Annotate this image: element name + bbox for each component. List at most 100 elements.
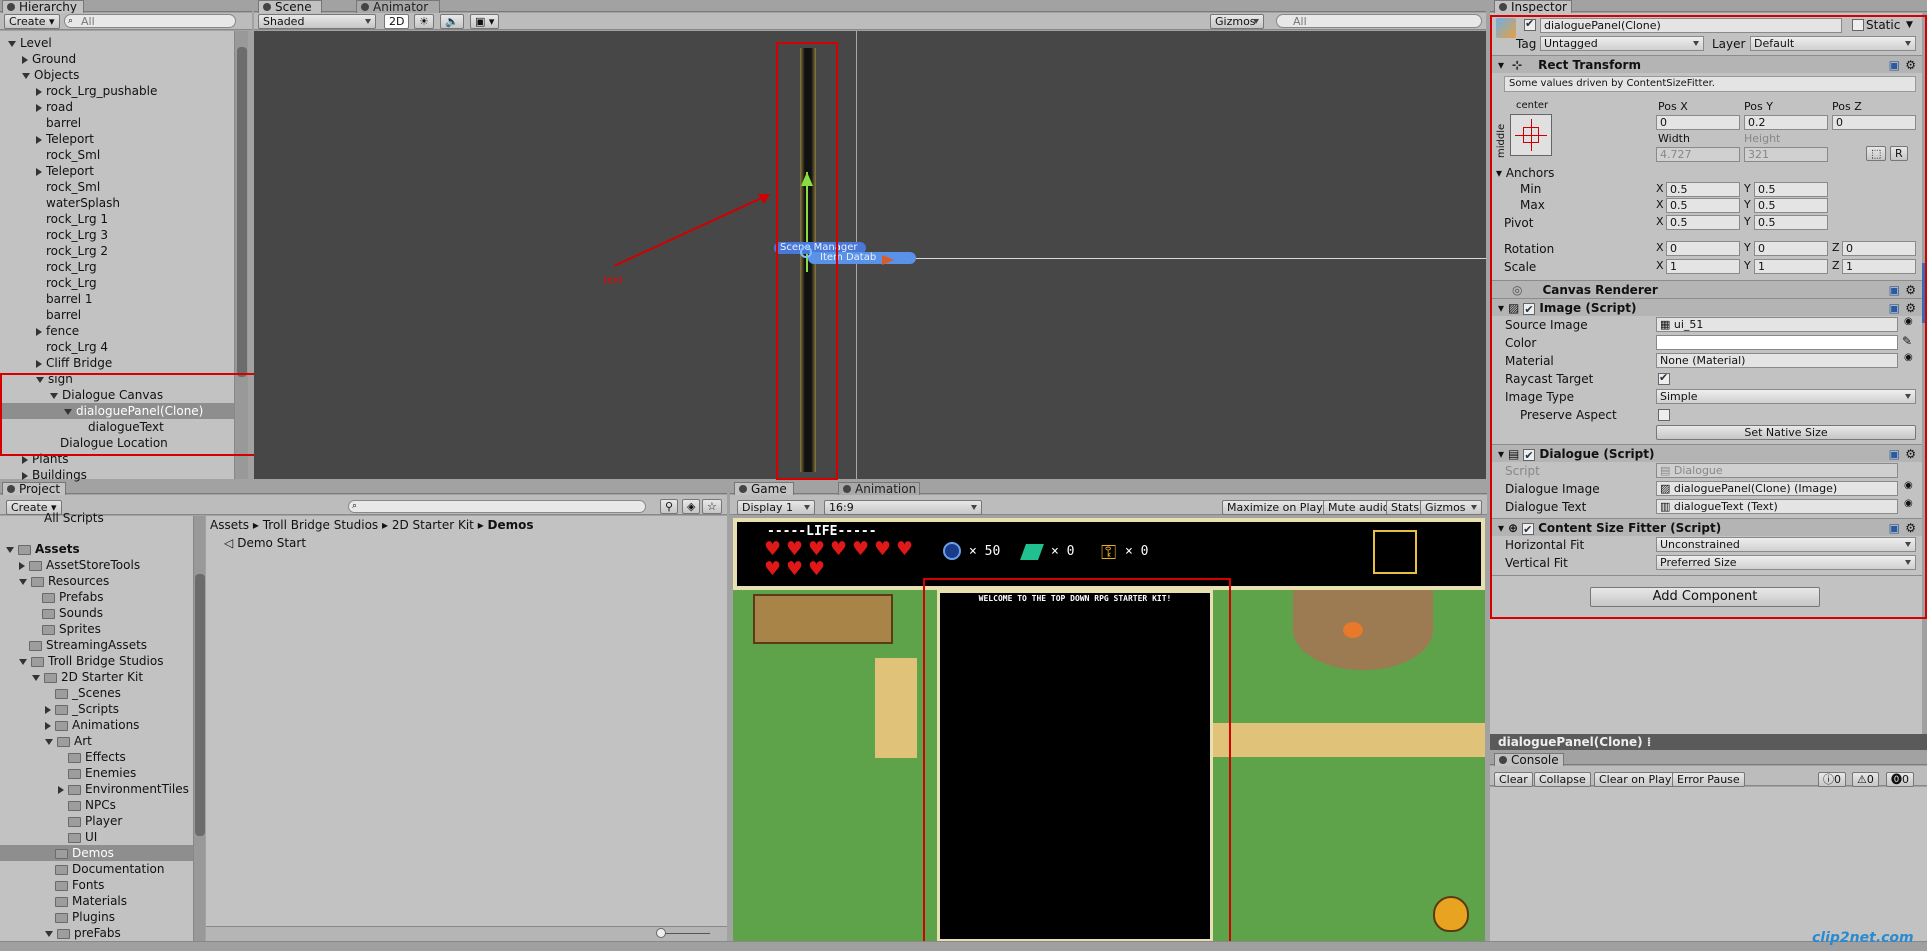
breadcrumb-item[interactable]: Demos — [488, 518, 534, 532]
console-collapse-button[interactable]: Collapse — [1534, 772, 1591, 787]
expand-down-icon[interactable] — [19, 658, 27, 665]
expand-right-icon[interactable] — [36, 87, 42, 96]
project-folder-item[interactable]: Enemies — [58, 765, 136, 781]
error-filter-button[interactable]: ⓿0 — [1886, 772, 1914, 787]
expand-down-icon[interactable] — [32, 674, 40, 681]
hierarchy-item[interactable]: rock_Lrg_pushable — [36, 83, 157, 99]
expand-right-icon[interactable] — [22, 471, 28, 480]
tab-game[interactable]: Game — [734, 482, 794, 495]
console-log-area[interactable] — [1490, 787, 1927, 941]
game-gizmos-dropdown[interactable]: Gizmos — [1420, 500, 1482, 515]
project-folder-item[interactable]: Prefabs — [32, 589, 104, 605]
expand-down-icon[interactable] — [45, 738, 53, 745]
hierarchy-item[interactable]: Ground — [22, 51, 76, 67]
expand-right-icon[interactable] — [22, 55, 28, 64]
project-folder-item[interactable]: 2D Starter Kit — [32, 669, 143, 685]
expand-right-icon[interactable] — [36, 327, 42, 336]
hierarchy-item[interactable]: rock_Lrg 3 — [36, 227, 108, 243]
project-folder-scrollbar[interactable] — [193, 516, 205, 941]
hierarchy-item[interactable]: barrel — [36, 307, 81, 323]
expand-right-icon[interactable] — [22, 455, 28, 464]
hierarchy-item[interactable]: Teleport — [36, 131, 94, 147]
slider-thumb[interactable] — [656, 928, 666, 938]
hierarchy-create-button[interactable]: Create ▾ — [4, 14, 60, 29]
breadcrumb-item[interactable]: Assets — [210, 518, 249, 532]
hierarchy-item[interactable]: barrel — [36, 115, 81, 131]
console-error-pause-button[interactable]: Error Pause — [1672, 772, 1745, 787]
expand-down-icon[interactable] — [19, 578, 27, 585]
scroll-thumb[interactable] — [237, 47, 247, 377]
expand-right-icon[interactable] — [36, 103, 42, 112]
project-folder-item[interactable]: StreamingAssets — [19, 637, 147, 653]
project-folder-item[interactable]: Documentation — [45, 861, 165, 877]
hierarchy-item[interactable]: road — [36, 99, 73, 115]
scene-gizmos-dropdown[interactable]: Gizmos — [1210, 14, 1264, 29]
filter-type-icon[interactable]: ⚲ — [660, 499, 679, 514]
scene-search-input[interactable]: All — [1276, 14, 1482, 28]
project-folder-item[interactable]: _Scripts — [45, 701, 119, 717]
tab-animation[interactable]: Animation — [838, 482, 920, 495]
expand-right-icon[interactable] — [58, 785, 64, 794]
console-clear-on-play-button[interactable]: Clear on Play — [1594, 772, 1677, 787]
hierarchy-item[interactable]: rock_Lrg — [36, 275, 97, 291]
audio-icon[interactable]: 🔈 — [440, 14, 464, 29]
project-folder-item[interactable]: NPCs — [58, 797, 116, 813]
hierarchy-item[interactable]: rock_Lrg — [36, 259, 97, 275]
hierarchy-item[interactable]: rock_Lrg 4 — [36, 339, 108, 355]
project-folder-item[interactable]: Sprites — [32, 621, 101, 637]
project-folder-item[interactable]: Troll Bridge Studios — [19, 653, 163, 669]
project-folder-item[interactable]: Resources — [19, 573, 109, 589]
effects-icon[interactable]: ▣ ▾ — [470, 14, 500, 29]
project-folder-item[interactable]: Plugins — [45, 909, 115, 925]
breadcrumb-item[interactable]: 2D Starter Kit — [392, 518, 474, 532]
hierarchy-item[interactable]: fence — [36, 323, 79, 339]
warning-filter-button[interactable]: ⚠0 — [1852, 772, 1879, 787]
favorite-star-icon[interactable]: ☆ — [702, 499, 722, 514]
project-folder-item[interactable]: preFabs — [45, 925, 121, 941]
expand-down-icon[interactable] — [8, 40, 16, 47]
hierarchy-item[interactable]: Objects — [22, 67, 79, 83]
hierarchy-item[interactable]: waterSplash — [36, 195, 120, 211]
project-folder-item[interactable]: _Scenes — [45, 685, 121, 701]
project-folder-item[interactable]: EnvironmentTiles — [58, 781, 189, 797]
display-dropdown[interactable]: Display 1 — [737, 500, 815, 515]
mute-audio-toggle[interactable]: Mute audio — [1323, 500, 1395, 515]
expand-right-icon[interactable] — [36, 359, 42, 368]
filter-label-icon[interactable]: ◈ — [682, 499, 701, 514]
tab-hierarchy[interactable]: Hierarchy — [2, 0, 84, 13]
stats-toggle[interactable]: Stats — [1386, 500, 1425, 515]
expand-right-icon[interactable] — [45, 705, 51, 714]
icon-size-slider[interactable] — [660, 933, 710, 934]
project-search-input[interactable] — [348, 500, 646, 513]
expand-right-icon[interactable] — [45, 721, 51, 730]
aspect-dropdown[interactable]: 16:9 — [824, 500, 982, 515]
hierarchy-item[interactable]: rock_Lrg 2 — [36, 243, 108, 259]
maximize-on-play-toggle[interactable]: Maximize on Play — [1222, 500, 1328, 515]
scroll-thumb[interactable] — [195, 574, 205, 836]
preview-bar[interactable]: dialoguePanel(Clone) ⁞ — [1490, 734, 1927, 750]
tab-inspector[interactable]: Inspector — [1494, 0, 1572, 13]
hierarchy-item[interactable]: Cliff Bridge — [36, 355, 112, 371]
hierarchy-item[interactable]: barrel 1 — [36, 291, 93, 307]
hierarchy-item[interactable]: rock_Sml — [36, 147, 100, 163]
info-filter-button[interactable]: ⓘ0 — [1818, 772, 1846, 787]
tab-scene[interactable]: Scene — [258, 0, 322, 13]
hierarchy-item[interactable]: Teleport — [36, 163, 94, 179]
expand-right-icon[interactable] — [36, 167, 42, 176]
2d-toggle[interactable]: 2D — [384, 14, 410, 29]
expand-down-icon[interactable] — [45, 930, 53, 937]
project-folder-item[interactable]: Materials — [45, 893, 127, 909]
project-folder-item[interactable]: Assets — [6, 541, 80, 557]
project-folder-item[interactable]: Art — [45, 733, 92, 749]
project-folder-item[interactable]: Sounds — [32, 605, 103, 621]
project-folder-item[interactable]: Animations — [45, 717, 139, 733]
scene-file-demo-start[interactable]: ◁ Demo Start — [224, 536, 306, 550]
tab-project[interactable]: Project — [2, 482, 66, 495]
expand-down-icon[interactable] — [6, 546, 14, 553]
project-folder-item[interactable]: AssetStoreTools — [19, 557, 140, 573]
console-clear-button[interactable]: Clear — [1494, 772, 1533, 787]
light-icon[interactable]: ☀ — [414, 14, 434, 29]
project-folder-item[interactable]: UI — [58, 829, 97, 845]
hierarchy-item[interactable]: Buildings — [22, 467, 87, 483]
project-folder-item[interactable]: Demos — [0, 845, 193, 861]
